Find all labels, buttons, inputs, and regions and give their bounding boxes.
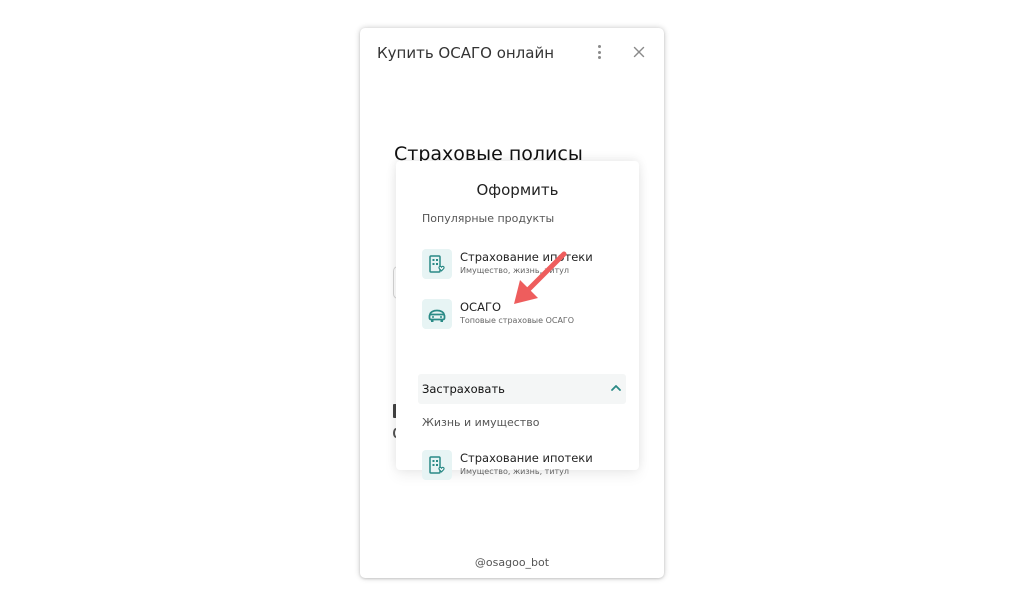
close-icon[interactable] [631, 44, 647, 60]
car-insurance-icon [422, 299, 452, 329]
dropdown-title: Оформить [476, 181, 559, 199]
product-subtitle: Топовые страховые ОСАГО [460, 316, 575, 325]
annotation-arrow-icon [514, 251, 567, 304]
bot-handle[interactable]: @osagoo_bot [360, 556, 664, 569]
product-name: ОСАГО [460, 300, 502, 314]
product-mortgage-insurance[interactable]: Страхование ипотеки Имущество, жизнь, ти… [422, 449, 632, 485]
products-dropdown: Оформить Популярные продукты Страхование… [396, 161, 639, 480]
section-label-popular: Популярные продукты [422, 212, 555, 225]
accordion-label: Застраховать [422, 382, 505, 396]
mortgage-building-icon [422, 249, 452, 279]
chevron-up-icon [611, 385, 621, 391]
product-subtitle: Имущество, жизнь, титул [460, 467, 570, 476]
section-label-life-property: Жизнь и имущество [422, 416, 540, 429]
accordion-insure[interactable]: Застраховать [418, 374, 626, 404]
kebab-menu-icon[interactable] [594, 45, 604, 61]
mortgage-building-icon [422, 450, 452, 480]
product-name: Страхование ипотеки [460, 451, 593, 465]
window-title: Купить ОСАГО онлайн [377, 44, 555, 62]
